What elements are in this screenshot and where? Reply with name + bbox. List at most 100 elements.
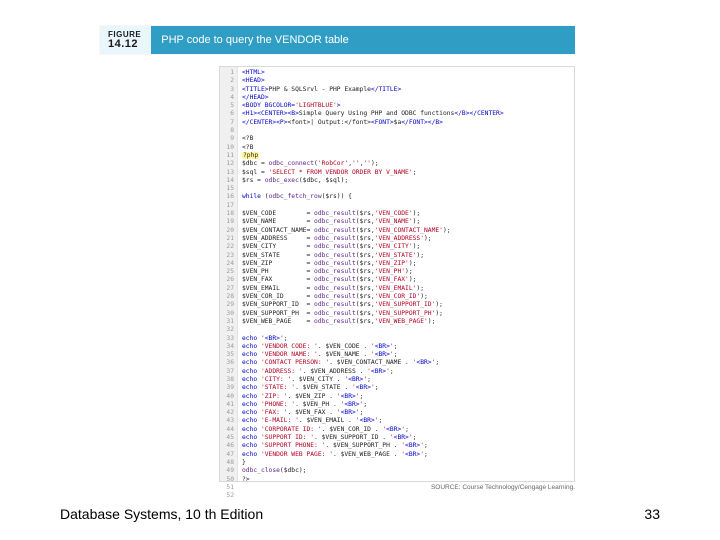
code-line [242,185,570,193]
code-line: $VEN_ADDRESS = odbc_result($rs,'VEN_ADDR… [242,235,570,243]
code-line: <?B [242,144,570,152]
line-number: 49 [220,467,234,475]
line-number: 46 [220,442,234,450]
code-line: $VEN_ZIP = odbc_result($rs,'VEN_ZIP'); [242,260,570,268]
code-line: echo 'SUPPORT ID: '. $VEN_SUPPORT_ID . '… [242,434,570,442]
code-line: <?B [242,135,570,143]
line-number: 16 [220,193,234,201]
line-number: 21 [220,235,234,243]
line-number: 40 [220,393,234,401]
code-line: <HTML> [242,69,570,77]
line-number: 31 [220,318,234,326]
code-line: while (odbc_fetch_row($rs)) { [242,193,570,201]
code-line: <HEAD> [242,77,570,85]
code-line: ?php [242,152,570,160]
code-line: $VEN_STATE = odbc_result($rs,'VEN_STATE'… [242,252,570,260]
code-line: echo 'CONTACT PERSON: '. $VEN_CONTACT_NA… [242,359,570,367]
code-line: $VEN_PH = odbc_result($rs,'VEN_PH'); [242,268,570,276]
line-number: 33 [220,335,234,343]
code-line: echo 'CORPORATE ID: '. $VEN_COR_ID . '<B… [242,426,570,434]
figure-number-box: FIGURE 14.12 [100,26,151,54]
code-line: echo '<BR>'; [242,335,570,343]
line-number: 50 [220,476,234,484]
code-line: </HEAD> [242,94,570,102]
code-line: $sql = 'SELECT * FROM VENDOR ORDER BY V_… [242,169,570,177]
code-panel: 1234567891011121314151617181920212223242… [219,66,575,482]
code-line: echo 'SUPPORT PHONE: '. $VEN_SUPPORT_PH … [242,442,570,450]
line-number: 28 [220,293,234,301]
line-number: 8 [220,127,234,135]
line-number: 20 [220,227,234,235]
code-line: echo 'STATE: '. $VEN_STATE . '<BR>'; [242,384,570,392]
code-line: ?> [242,476,570,481]
code-line: $VEN_FAX = odbc_result($rs,'VEN_FAX'); [242,276,570,284]
code-line: $rs = odbc_exec($dbc, $sql); [242,177,570,185]
line-number: 22 [220,243,234,251]
code-line: echo 'PHONE: '. $VEN_PH . '<BR>'; [242,401,570,409]
code-line: <BODY BGCOLOR='LIGHTBLUE'> [242,102,570,110]
code-line: $VEN_CITY = odbc_result($rs,'VEN_CITY'); [242,243,570,251]
line-number: 14 [220,177,234,185]
line-number: 12 [220,160,234,168]
line-number: 11 [220,152,234,160]
line-number: 51 [220,484,234,492]
line-number: 13 [220,169,234,177]
code-line: $dbc = odbc_connect('RobCor','',''); [242,160,570,168]
footer-book-title: Database Systems, 10 th Edition [60,506,263,522]
line-number: 10 [220,144,234,152]
code-line [242,127,570,135]
line-number: 45 [220,434,234,442]
code-line: </CENTER><P><font>| Output:</font><FONT>… [242,119,570,127]
line-number: 47 [220,451,234,459]
line-number: 34 [220,343,234,351]
line-number: 48 [220,459,234,467]
line-number: 18 [220,210,234,218]
line-number: 43 [220,417,234,425]
code-line: echo 'ZIP: '. $VEN_ZIP . '<BR>'; [242,393,570,401]
code-line: $VEN_CODE = odbc_result($rs,'VEN_CODE'); [242,210,570,218]
line-number: 36 [220,359,234,367]
line-number: 3 [220,86,234,94]
code-line: $VEN_NAME = odbc_result($rs,'VEN_NAME'); [242,218,570,226]
line-number: 4 [220,94,234,102]
line-number: 38 [220,376,234,384]
line-number: 39 [220,384,234,392]
line-number: 42 [220,409,234,417]
code-line: $VEN_COR_ID = odbc_result($rs,'VEN_COR_I… [242,293,570,301]
line-number: 25 [220,268,234,276]
line-number: 35 [220,351,234,359]
line-number: 9 [220,135,234,143]
code-line: } [242,459,570,467]
code-line: echo 'E-MAIL: '. $VEN_EMAIL . '<BR>'; [242,417,570,425]
code-line: $VEN_EMAIL = odbc_result($rs,'VEN_EMAIL'… [242,285,570,293]
code-line: echo 'VENDOR NAME: '. $VEN_NAME . '<BR>'… [242,351,570,359]
code-line: <H1><CENTER><B>Simple Query Using PHP an… [242,110,570,118]
code-line: $VEN_SUPPORT_ID = odbc_result($rs,'VEN_S… [242,301,570,309]
line-number: 2 [220,77,234,85]
figure-header: FIGURE 14.12 PHP code to query the VENDO… [100,26,575,54]
code-line [242,326,570,334]
line-number: 1 [220,69,234,77]
line-number: 44 [220,426,234,434]
line-number: 30 [220,310,234,318]
code-line [242,202,570,210]
code-line: echo 'VENDOR WEB PAGE: '. $VEN_WEB_PAGE … [242,451,570,459]
code-line: $VEN_CONTACT_NAME= odbc_result($rs,'VEN_… [242,227,570,235]
code-line: odbc_close($dbc); [242,467,570,475]
line-number: 23 [220,252,234,260]
line-number: 29 [220,301,234,309]
code-line: $VEN_SUPPORT_PH = odbc_result($rs,'VEN_S… [242,310,570,318]
line-number: 52 [220,492,234,500]
figure-number: 14.12 [108,39,141,50]
code-line: echo 'VENDOR CODE: '. $VEN_CODE . '<BR>'… [242,343,570,351]
code-line: echo 'ADDRESS: '. $VEN_ADDRESS . '<BR>'; [242,368,570,376]
line-number: 24 [220,260,234,268]
footer-page-number: 33 [644,506,660,522]
line-number: 6 [220,110,234,118]
code-line: echo 'FAX: '. $VEN_FAX . '<BR>'; [242,409,570,417]
line-number: 5 [220,102,234,110]
line-number: 19 [220,218,234,226]
line-number: 41 [220,401,234,409]
code-area: <HTML><HEAD><TITLE>PHP & SQLSrvl - PHP E… [238,67,574,481]
code-line: echo 'CITY: '. $VEN_CITY . '<BR>'; [242,376,570,384]
